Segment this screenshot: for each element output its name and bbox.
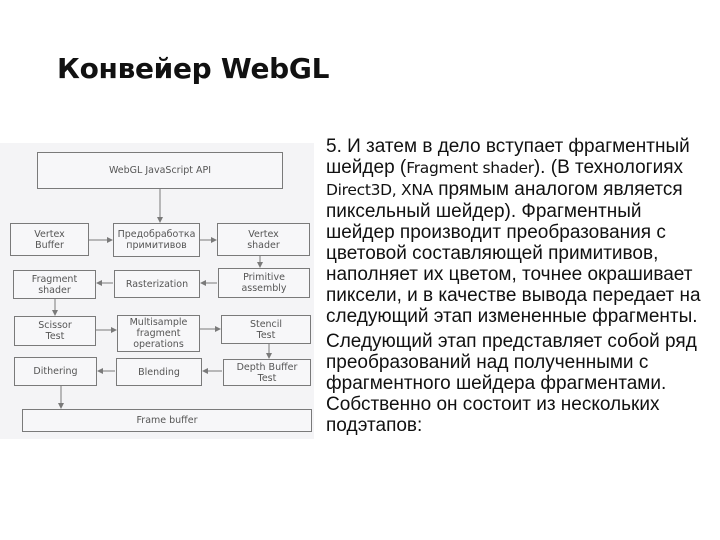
box-primitive-assembly: Primitive assembly (218, 268, 310, 298)
paragraph-next-stage: Следующий этап представляет собой ряд пр… (326, 331, 697, 436)
box-blending: Blending (116, 358, 202, 386)
box-fragment-shader: Fragment shader (13, 270, 96, 299)
box-dithering: Dithering (14, 357, 97, 386)
paragraph-latin-term: Direct3D, XNA (326, 181, 433, 199)
paragraph-fragment-shader: 5. И затем в дело вступает фрагментный ш… (326, 136, 706, 327)
box-vertex-shader: Vertex shader (217, 223, 310, 256)
box-scissor-test: Scissor Test (14, 316, 96, 346)
paragraph-latin-term: Fragment shader (406, 159, 534, 177)
box-depth-buffer-test: Depth Buffer Test (223, 359, 311, 386)
box-vertex-buffer: Vertex Buffer (10, 223, 89, 256)
paragraph-text: ). (В технологиях (533, 157, 684, 178)
slide-title: Конвейер WebGL (57, 52, 330, 85)
webgl-pipeline-diagram: WebGL JavaScript API Vertex Buffer Предо… (0, 143, 314, 439)
box-preprocessing: Предобработка примитивов (113, 223, 200, 257)
paragraph-text: прямым аналогом является пиксельный шейд… (326, 179, 701, 327)
box-webgl-api: WebGL JavaScript API (37, 152, 283, 189)
box-rasterization: Rasterization (114, 270, 200, 298)
body-text: 5. И затем в дело вступает фрагментный ш… (326, 136, 706, 440)
box-frame-buffer: Frame buffer (22, 409, 312, 432)
box-stencil-test: Stencil Test (221, 315, 311, 344)
box-multisample: Multisample fragment operations (117, 315, 200, 352)
